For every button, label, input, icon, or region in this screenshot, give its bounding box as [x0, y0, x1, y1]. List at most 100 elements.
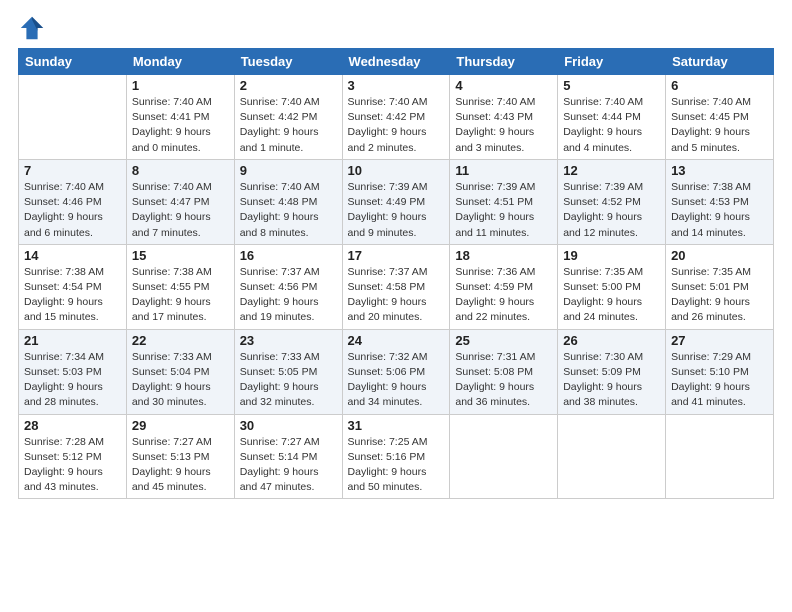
day-number: 24 — [348, 333, 445, 348]
day-number: 17 — [348, 248, 445, 263]
weekday-header-saturday: Saturday — [666, 49, 774, 75]
day-number: 6 — [671, 78, 768, 93]
calendar-cell: 10 Sunrise: 7:39 AMSunset: 4:49 PMDayligh… — [342, 159, 450, 244]
calendar-cell: 25Sunrise: 7:31 AMSunset: 5:08 PMDayligh… — [450, 329, 558, 414]
day-info: Sunrise: 7:33 AMSunset: 5:04 PMDaylight:… — [132, 350, 229, 411]
calendar-cell: 19Sunrise: 7:35 AMSunset: 5:00 PMDayligh… — [558, 244, 666, 329]
calendar-cell: 12Sunrise: 7:39 AMSunset: 4:52 PMDayligh… — [558, 159, 666, 244]
day-number: 2 — [240, 78, 337, 93]
calendar-cell: 4 Sunrise: 7:40 AMSunset: 4:43 PMDaylight… — [450, 75, 558, 160]
day-info: Sunrise: 7:38 AMSunset: 4:53 PMDaylight:… — [671, 180, 768, 241]
day-number: 19 — [563, 248, 660, 263]
day-info: Sunrise: 7:31 AMSunset: 5:08 PMDaylight:… — [455, 350, 552, 411]
day-info: Sunrise: 7:40 AMSunset: 4:44 PMDaylight:… — [563, 95, 660, 156]
day-number: 5 — [563, 78, 660, 93]
weekday-header-tuesday: Tuesday — [234, 49, 342, 75]
calendar-cell: 20 Sunrise: 7:35 AMSunset: 5:01 PMDayligh… — [666, 244, 774, 329]
day-number: 9 — [240, 163, 337, 178]
day-number: 12 — [563, 163, 660, 178]
day-number: 3 — [348, 78, 445, 93]
calendar-cell: 2 Sunrise: 7:40 AMSunset: 4:42 PMDaylight… — [234, 75, 342, 160]
day-info: Sunrise: 7:40 AMSunset: 4:47 PMDaylight:… — [132, 180, 229, 241]
calendar-cell: 8 Sunrise: 7:40 AMSunset: 4:47 PMDaylight… — [126, 159, 234, 244]
calendar-cell — [666, 414, 774, 499]
calendar-cell: 21 Sunrise: 7:34 AMSunset: 5:03 PMDayligh… — [19, 329, 127, 414]
logo — [18, 14, 50, 42]
calendar-cell: 5 Sunrise: 7:40 AMSunset: 4:44 PMDaylight… — [558, 75, 666, 160]
day-info: Sunrise: 7:29 AMSunset: 5:10 PMDaylight:… — [671, 350, 768, 411]
day-info: Sunrise: 7:39 AMSunset: 4:49 PMDaylight:… — [348, 180, 445, 241]
calendar-cell: 11 Sunrise: 7:39 AMSunset: 4:51 PMDayligh… — [450, 159, 558, 244]
calendar-cell: 23Sunrise: 7:33 AMSunset: 5:05 PMDayligh… — [234, 329, 342, 414]
day-info: Sunrise: 7:34 AMSunset: 5:03 PMDaylight:… — [24, 350, 121, 411]
day-number: 30 — [240, 418, 337, 433]
day-number: 15 — [132, 248, 229, 263]
day-info: Sunrise: 7:40 AMSunset: 4:45 PMDaylight:… — [671, 95, 768, 156]
calendar-cell: 18 Sunrise: 7:36 AMSunset: 4:59 PMDayligh… — [450, 244, 558, 329]
header — [18, 10, 774, 42]
day-number: 26 — [563, 333, 660, 348]
day-number: 10 — [348, 163, 445, 178]
weekday-header-friday: Friday — [558, 49, 666, 75]
day-info: Sunrise: 7:40 AMSunset: 4:42 PMDaylight:… — [240, 95, 337, 156]
day-info: Sunrise: 7:36 AMSunset: 4:59 PMDaylight:… — [455, 265, 552, 326]
week-row-4: 28 Sunrise: 7:28 AMSunset: 5:12 PMDayligh… — [19, 414, 774, 499]
day-number: 21 — [24, 333, 121, 348]
page: SundayMondayTuesdayWednesdayThursdayFrid… — [0, 0, 792, 612]
day-info: Sunrise: 7:40 AMSunset: 4:46 PMDaylight:… — [24, 180, 121, 241]
calendar-cell: 24 Sunrise: 7:32 AMSunset: 5:06 PMDayligh… — [342, 329, 450, 414]
day-info: Sunrise: 7:38 AMSunset: 4:55 PMDaylight:… — [132, 265, 229, 326]
week-row-2: 14 Sunrise: 7:38 AMSunset: 4:54 PMDayligh… — [19, 244, 774, 329]
week-row-0: 1 Sunrise: 7:40 AMSunset: 4:41 PMDaylight… — [19, 75, 774, 160]
calendar-cell: 14 Sunrise: 7:38 AMSunset: 4:54 PMDayligh… — [19, 244, 127, 329]
day-number: 28 — [24, 418, 121, 433]
day-number: 11 — [455, 163, 552, 178]
calendar-cell — [450, 414, 558, 499]
calendar-cell: 7Sunrise: 7:40 AMSunset: 4:46 PMDaylight… — [19, 159, 127, 244]
calendar-cell: 16 Sunrise: 7:37 AMSunset: 4:56 PMDayligh… — [234, 244, 342, 329]
day-info: Sunrise: 7:35 AMSunset: 5:01 PMDaylight:… — [671, 265, 768, 326]
calendar-cell: 22Sunrise: 7:33 AMSunset: 5:04 PMDayligh… — [126, 329, 234, 414]
calendar-cell: 27 Sunrise: 7:29 AMSunset: 5:10 PMDayligh… — [666, 329, 774, 414]
calendar-cell: 13 Sunrise: 7:38 AMSunset: 4:53 PMDayligh… — [666, 159, 774, 244]
weekday-header-thursday: Thursday — [450, 49, 558, 75]
day-info: Sunrise: 7:32 AMSunset: 5:06 PMDaylight:… — [348, 350, 445, 411]
day-info: Sunrise: 7:25 AMSunset: 5:16 PMDaylight:… — [348, 435, 445, 496]
day-info: Sunrise: 7:30 AMSunset: 5:09 PMDaylight:… — [563, 350, 660, 411]
day-info: Sunrise: 7:40 AMSunset: 4:42 PMDaylight:… — [348, 95, 445, 156]
day-number: 27 — [671, 333, 768, 348]
day-number: 1 — [132, 78, 229, 93]
weekday-header-sunday: Sunday — [19, 49, 127, 75]
day-info: Sunrise: 7:40 AMSunset: 4:41 PMDaylight:… — [132, 95, 229, 156]
day-number: 16 — [240, 248, 337, 263]
day-number: 18 — [455, 248, 552, 263]
day-info: Sunrise: 7:39 AMSunset: 4:51 PMDaylight:… — [455, 180, 552, 241]
calendar-cell: 26 Sunrise: 7:30 AMSunset: 5:09 PMDayligh… — [558, 329, 666, 414]
day-info: Sunrise: 7:37 AMSunset: 4:56 PMDaylight:… — [240, 265, 337, 326]
day-number: 14 — [24, 248, 121, 263]
day-number: 4 — [455, 78, 552, 93]
day-info: Sunrise: 7:37 AMSunset: 4:58 PMDaylight:… — [348, 265, 445, 326]
day-number: 29 — [132, 418, 229, 433]
calendar-cell: 3 Sunrise: 7:40 AMSunset: 4:42 PMDaylight… — [342, 75, 450, 160]
header-row: SundayMondayTuesdayWednesdayThursdayFrid… — [19, 49, 774, 75]
day-info: Sunrise: 7:40 AMSunset: 4:48 PMDaylight:… — [240, 180, 337, 241]
calendar-cell: 29Sunrise: 7:27 AMSunset: 5:13 PMDayligh… — [126, 414, 234, 499]
calendar-cell: 31 Sunrise: 7:25 AMSunset: 5:16 PMDayligh… — [342, 414, 450, 499]
calendar-cell: 28 Sunrise: 7:28 AMSunset: 5:12 PMDayligh… — [19, 414, 127, 499]
day-number: 13 — [671, 163, 768, 178]
day-info: Sunrise: 7:27 AMSunset: 5:14 PMDaylight:… — [240, 435, 337, 496]
day-number: 8 — [132, 163, 229, 178]
calendar-cell: 1 Sunrise: 7:40 AMSunset: 4:41 PMDaylight… — [126, 75, 234, 160]
calendar-cell: 30 Sunrise: 7:27 AMSunset: 5:14 PMDayligh… — [234, 414, 342, 499]
day-number: 31 — [348, 418, 445, 433]
week-row-1: 7Sunrise: 7:40 AMSunset: 4:46 PMDaylight… — [19, 159, 774, 244]
week-row-3: 21 Sunrise: 7:34 AMSunset: 5:03 PMDayligh… — [19, 329, 774, 414]
calendar-cell: 15 Sunrise: 7:38 AMSunset: 4:55 PMDayligh… — [126, 244, 234, 329]
day-number: 20 — [671, 248, 768, 263]
day-info: Sunrise: 7:40 AMSunset: 4:43 PMDaylight:… — [455, 95, 552, 156]
day-info: Sunrise: 7:28 AMSunset: 5:12 PMDaylight:… — [24, 435, 121, 496]
day-info: Sunrise: 7:38 AMSunset: 4:54 PMDaylight:… — [24, 265, 121, 326]
day-number: 23 — [240, 333, 337, 348]
weekday-header-wednesday: Wednesday — [342, 49, 450, 75]
